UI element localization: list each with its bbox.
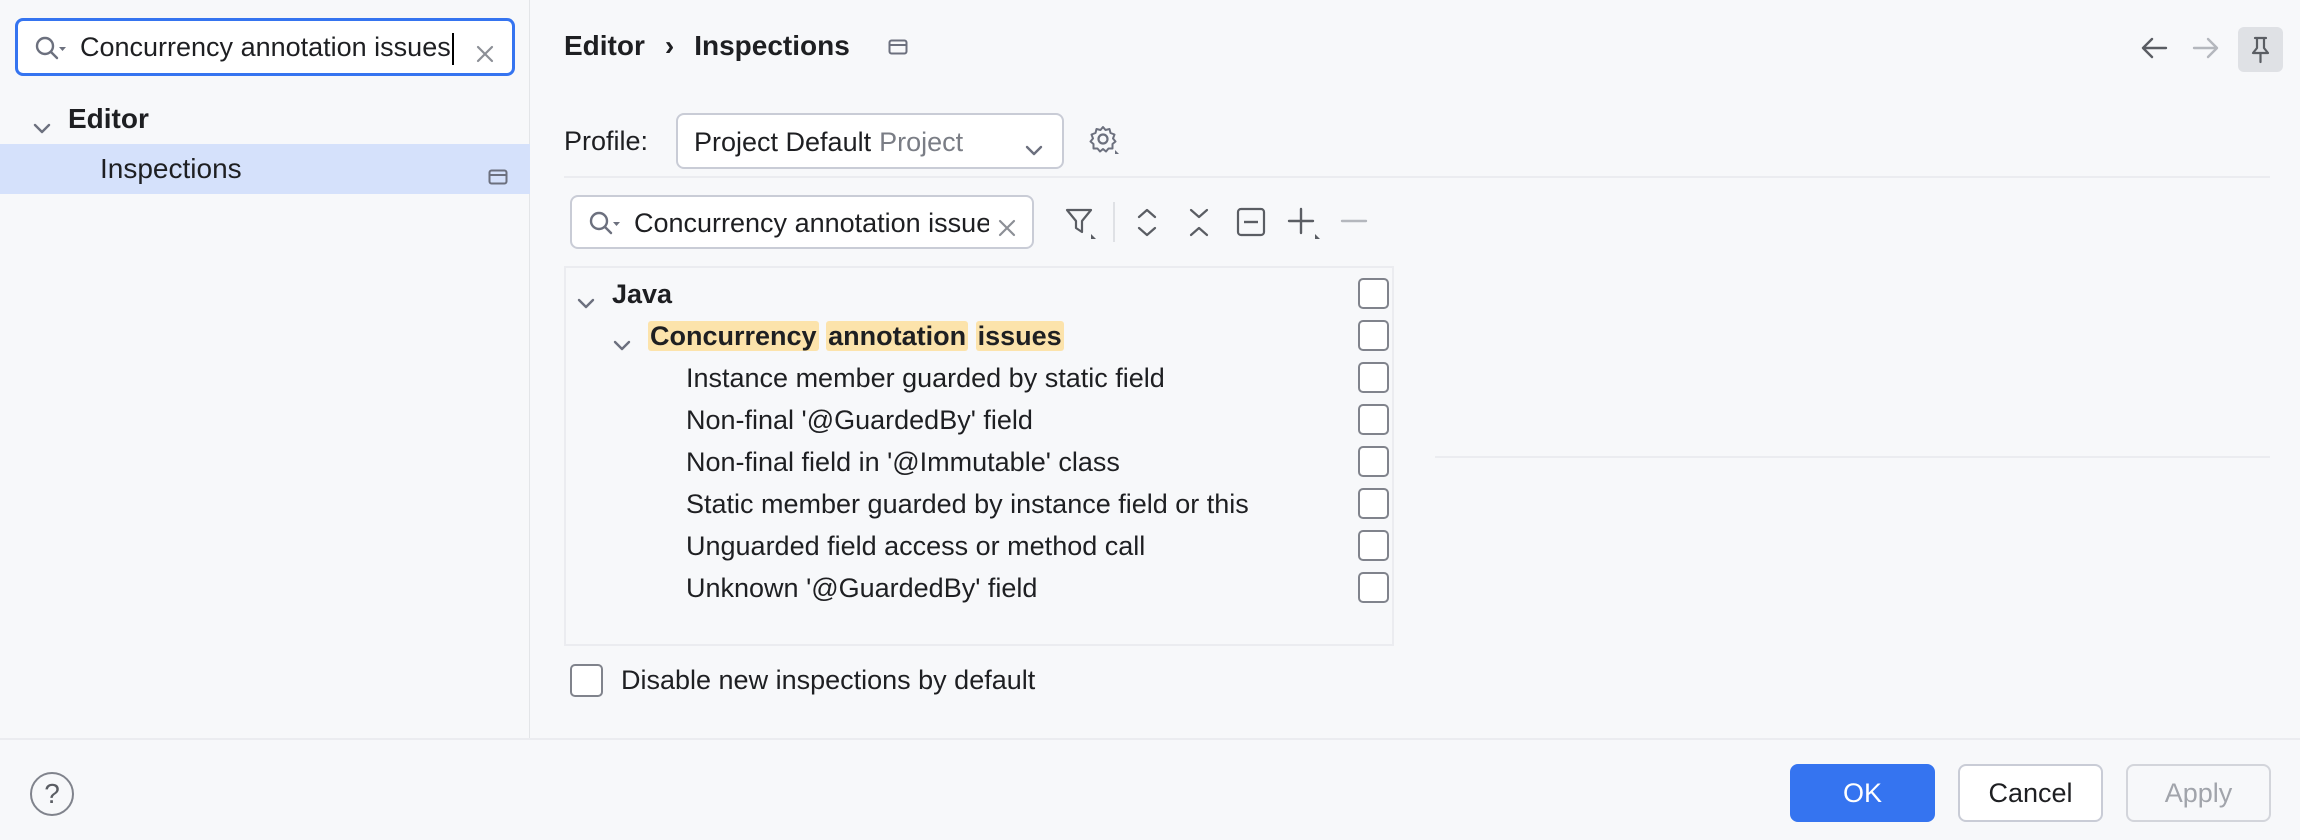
enable-checkbox[interactable]: [1358, 446, 1389, 477]
profile-value: Project Default: [694, 127, 872, 157]
tree-row-label: Unknown '@GuardedBy' field: [686, 573, 1038, 603]
disable-new-inspections-checkbox[interactable]: [570, 664, 603, 697]
inspection-filter-field[interactable]: Concurrency annotation issues: [570, 195, 1034, 249]
enable-checkbox[interactable]: [1358, 404, 1389, 435]
tree-row-inspection[interactable]: Unguarded field access or method call: [566, 526, 1392, 568]
filter-icon[interactable]: [1064, 206, 1098, 247]
tree-row-inspection[interactable]: Non-final '@GuardedBy' field: [566, 400, 1392, 442]
project-level-icon: [888, 30, 908, 62]
breadcrumb: Editor › Inspections: [564, 30, 908, 62]
sidebar-item-inspections[interactable]: Inspections: [0, 144, 530, 194]
inspections-tree: Java Concurrency annotation issues Insta…: [564, 266, 1394, 646]
search-icon[interactable]: [34, 35, 68, 70]
settings-search-field[interactable]: Concurrency annotation issues: [15, 18, 515, 76]
ok-button[interactable]: OK: [1790, 764, 1935, 822]
chevron-down-icon[interactable]: [612, 329, 632, 360]
enable-checkbox[interactable]: [1358, 488, 1389, 519]
settings-sidebar: Concurrency annotation issues Editor Ins…: [0, 0, 530, 738]
back-arrow-icon[interactable]: [2140, 36, 2168, 67]
breadcrumb-inspections: Inspections: [694, 30, 850, 61]
cancel-button[interactable]: Cancel: [1958, 764, 2103, 822]
tree-row-label: Non-final '@GuardedBy' field: [686, 405, 1033, 435]
tree-row-inspection[interactable]: Unknown '@GuardedBy' field: [566, 568, 1392, 610]
tree-row-java[interactable]: Java: [566, 274, 1392, 316]
project-level-icon: [488, 161, 508, 192]
apply-button[interactable]: Apply: [2126, 764, 2271, 822]
profile-label: Profile:: [564, 126, 649, 156]
breadcrumb-editor[interactable]: Editor: [564, 30, 645, 62]
search-match: annotation: [826, 321, 969, 351]
enable-checkbox[interactable]: [1358, 572, 1389, 603]
chevron-down-icon[interactable]: [32, 112, 52, 143]
tree-row-label: Concurrency annotation issues: [648, 321, 1064, 352]
settings-search-input[interactable]: Concurrency annotation issues: [80, 32, 454, 65]
forward-arrow-icon[interactable]: [2192, 36, 2220, 67]
disable-new-inspections-option[interactable]: Disable new inspections by default: [570, 664, 1035, 697]
tree-row-group[interactable]: Concurrency annotation issues: [566, 316, 1392, 358]
collapse-all-icon[interactable]: [1186, 206, 1212, 247]
tree-row-inspection[interactable]: Non-final field in '@Immutable' class: [566, 442, 1392, 484]
enable-checkbox[interactable]: [1358, 362, 1389, 393]
search-match: issues: [975, 321, 1064, 351]
toolbar-separator: [1113, 202, 1115, 242]
tree-row-label: Instance member guarded by static field: [686, 363, 1165, 393]
clear-icon[interactable]: [476, 39, 494, 70]
tree-row-inspection[interactable]: Instance member guarded by static field: [566, 358, 1392, 400]
sidebar-item-editor[interactable]: Editor: [0, 94, 530, 144]
enable-checkbox[interactable]: [1358, 320, 1389, 351]
reset-to-empty-icon[interactable]: [1236, 206, 1266, 245]
tree-row-label: Non-final field in '@Immutable' class: [686, 447, 1120, 477]
clear-icon[interactable]: [998, 213, 1016, 244]
profile-dropdown[interactable]: Project Default Project: [676, 113, 1064, 169]
help-button[interactable]: ?: [30, 772, 74, 816]
divider: [564, 176, 2270, 178]
tree-row-inspection[interactable]: Static member guarded by instance field …: [566, 484, 1392, 526]
chevron-down-icon: [1024, 134, 1044, 165]
dialog-footer: ? OK Cancel Apply: [0, 738, 2300, 840]
disable-new-inspections-label[interactable]: Disable new inspections by default: [621, 665, 1035, 696]
sidebar-item-label: Inspections: [100, 153, 242, 184]
tree-row-label: Unguarded field access or method call: [686, 531, 1146, 561]
enable-checkbox[interactable]: [1358, 278, 1389, 309]
breadcrumb-separator: ›: [664, 30, 675, 61]
tree-row-label: Static member guarded by instance field …: [686, 489, 1249, 519]
remove-icon: [1340, 206, 1368, 243]
search-match: Concurrency: [648, 321, 819, 351]
profile-scope: Project: [879, 127, 964, 157]
enable-checkbox[interactable]: [1358, 530, 1389, 561]
expand-all-icon[interactable]: [1134, 206, 1160, 247]
search-icon[interactable]: [588, 210, 622, 245]
text-caret: [451, 32, 454, 65]
add-icon[interactable]: [1286, 206, 1322, 249]
sidebar-item-label: Editor: [68, 103, 149, 134]
chevron-down-icon[interactable]: [576, 287, 596, 318]
tree-row-label: Java: [612, 279, 673, 309]
pin-icon[interactable]: [2238, 27, 2283, 72]
inspection-filter-input[interactable]: Concurrency annotation issues: [634, 208, 989, 239]
gear-icon[interactable]: [1088, 124, 1122, 165]
description-divider: [1435, 456, 2270, 458]
